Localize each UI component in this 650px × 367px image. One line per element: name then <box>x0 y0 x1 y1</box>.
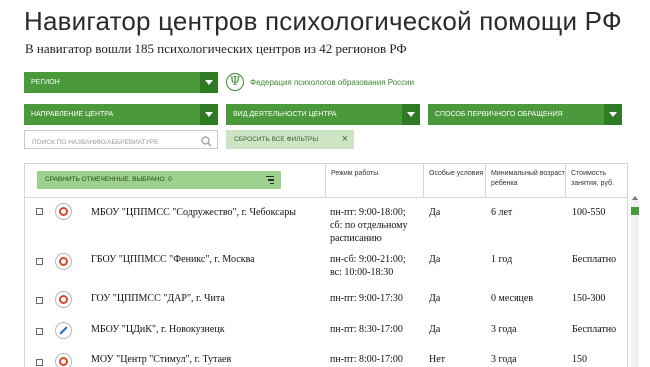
circle-icon <box>55 253 72 270</box>
psi-logo-icon: Ψ <box>226 73 244 91</box>
centers-table: СРАВНИТЬ ОТМЕЧЕННЫЕ. ВЫБРАНО: 0 Режим ра… <box>24 163 628 367</box>
cost-cell: 100-550 <box>572 207 606 218</box>
schedule-cell: пн-пт: 9:00-18:00; сб: по отдельному рас… <box>330 206 407 245</box>
direction-select[interactable]: НАПРАВЛЕНИЕ ЦЕНТРА <box>24 104 218 125</box>
min-age-cell: 0 месяцев <box>491 293 534 304</box>
schedule-line: пн-пт: 8:00-17:00 <box>330 354 403 365</box>
circle-icon <box>55 203 72 220</box>
chevron-down-icon <box>402 104 420 125</box>
schedule-line: сб: по отдельному <box>330 220 408 231</box>
row-checkbox[interactable] <box>36 208 43 215</box>
reset-filters-label: СБРОСИТЬ ВСЕ ФИЛЬТРЫ <box>234 136 319 143</box>
chevron-down-icon <box>200 72 218 93</box>
center-name-link[interactable]: ГБОУ "ЦППМСС "Феникс", г. Москва <box>91 253 255 266</box>
table-row: МОУ "Центр "Стимул", г. Тутаев пн-пт: 8:… <box>25 350 627 367</box>
cost-cell: Бесплатно <box>572 324 617 335</box>
schedule-cell: пн-пт: 8:00-17:00 <box>330 353 403 366</box>
column-header-conditions: Особые условия <box>423 164 485 197</box>
chevron-down-icon <box>200 104 218 125</box>
circle-icon <box>55 291 72 308</box>
appeal-method-select[interactable]: СПОСОБ ПЕРВИЧНОГО ОБРАЩЕНИЯ <box>428 104 622 125</box>
conditions-cell: Да <box>429 207 441 218</box>
conditions-cell: Да <box>429 293 441 304</box>
center-name-link[interactable]: МБОУ "ЦППМСС "Содружество", г. Чебоксары <box>91 206 296 219</box>
schedule-line: расписанию <box>330 233 382 244</box>
page-title: Навигатор центров психологической помощи… <box>24 6 622 36</box>
schedule-line: пн-сб: 9:00-21:00; <box>330 254 406 265</box>
min-age-cell: 3 года <box>491 354 517 365</box>
search-input[interactable] <box>25 134 195 151</box>
table-row: МБОУ "ЦППМСС "Содружество", г. Чебоксары… <box>25 198 627 248</box>
min-age-cell: 3 года <box>491 324 517 335</box>
column-header-schedule: Режим работы <box>325 164 423 197</box>
search-icon[interactable] <box>201 134 212 152</box>
federation-link[interactable]: Ψ Федерация психологов образования Росси… <box>226 72 414 92</box>
table-row: ГОУ "ЦППМСС "ДАР", г. Чита пн-пт: 9:00-1… <box>25 288 627 319</box>
schedule-cell: пн-пт: 9:00-17:30 <box>330 292 403 305</box>
schedule-line: пн-пт: 9:00-17:30 <box>330 293 403 304</box>
schedule-cell: пн-пт: 8:30-17:00 <box>330 323 403 336</box>
cost-cell: 150 <box>572 354 587 365</box>
search-box <box>24 130 218 152</box>
direction-select-label: НАПРАВЛЕНИЕ ЦЕНТРА <box>31 111 114 118</box>
reset-filters-button[interactable]: СБРОСИТЬ ВСЕ ФИЛЬТРЫ × <box>226 130 354 149</box>
min-age-cell: 6 лет <box>491 207 513 218</box>
scrollbar-thumb[interactable] <box>631 207 639 215</box>
circle-icon <box>55 353 72 367</box>
conditions-cell: Да <box>429 324 441 335</box>
center-name-link[interactable]: ГОУ "ЦППМСС "ДАР", г. Чита <box>91 292 225 305</box>
compare-selected-button[interactable]: СРАВНИТЬ ОТМЕЧЕННЫЕ. ВЫБРАНО: 0 <box>37 171 281 189</box>
row-checkbox[interactable] <box>36 359 43 366</box>
table-header: СРАВНИТЬ ОТМЕЧЕННЫЕ. ВЫБРАНО: 0 Режим ра… <box>25 164 627 198</box>
conditions-cell: Да <box>429 254 441 265</box>
column-header-min-age: Минимальный возраст ребенка <box>485 164 565 197</box>
row-checkbox[interactable] <box>36 297 43 304</box>
schedule-line: вс: 10:00-18:30 <box>330 267 394 278</box>
pen-icon <box>55 322 72 339</box>
chevron-down-icon <box>604 104 622 125</box>
compare-selected-label: СРАВНИТЬ ОТМЕЧЕННЫЕ. ВЫБРАНО: 0 <box>45 176 172 183</box>
page-subtitle: В навигатор вошли 185 психологических це… <box>25 41 407 56</box>
row-checkbox[interactable] <box>36 258 43 265</box>
activity-select[interactable]: ВИД ДЕЯТЕЛЬНОСТИ ЦЕНТРА <box>226 104 420 125</box>
conditions-cell: Нет <box>429 354 446 365</box>
cost-cell: 150-300 <box>572 293 606 304</box>
list-menu-icon <box>266 176 274 184</box>
schedule-cell: пн-сб: 9:00-21:00; вс: 10:00-18:30 <box>330 253 406 279</box>
schedule-line: пн-пт: 8:30-17:00 <box>330 324 403 335</box>
close-icon: × <box>341 133 348 145</box>
table-scrollbar[interactable] <box>631 196 639 367</box>
region-select-label: РЕГИОН <box>31 79 60 86</box>
appeal-method-select-label: СПОСОБ ПЕРВИЧНОГО ОБРАЩЕНИЯ <box>435 111 563 118</box>
center-name-link[interactable]: МБОУ "ЦДиК", г. Новокузнецк <box>91 323 225 336</box>
activity-select-label: ВИД ДЕЯТЕЛЬНОСТИ ЦЕНТРА <box>233 111 337 118</box>
schedule-line: пн-пт: 9:00-18:00; <box>330 207 406 218</box>
min-age-cell: 1 год <box>491 254 513 265</box>
table-row: ГБОУ "ЦППМСС "Феникс", г. Москва пн-сб: … <box>25 248 627 288</box>
scroll-up-arrow-icon[interactable] <box>632 196 638 200</box>
federation-link-text: Федерация психологов образования России <box>250 77 415 87</box>
cost-cell: Бесплатно <box>572 254 617 265</box>
region-select[interactable]: РЕГИОН <box>24 72 218 93</box>
table-row: МБОУ "ЦДиК", г. Новокузнецк пн-пт: 8:30-… <box>25 319 627 350</box>
column-header-cost: Стоимость занятия, руб. <box>565 164 627 197</box>
center-name-link[interactable]: МОУ "Центр "Стимул", г. Тутаев <box>91 353 231 366</box>
row-checkbox[interactable] <box>36 328 43 335</box>
